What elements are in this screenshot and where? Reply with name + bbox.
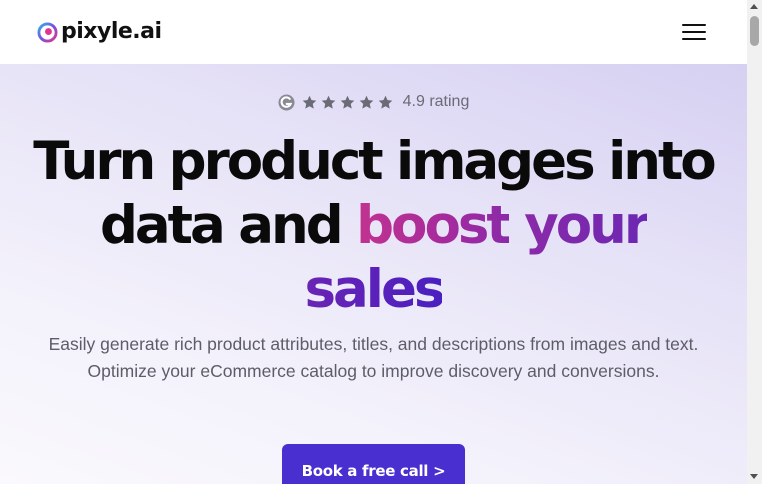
headline-accent-boost: boost (356, 195, 512, 256)
book-free-call-button[interactable]: Book a free call > (282, 444, 465, 484)
headline-space (509, 195, 524, 256)
menu-bar (682, 38, 706, 40)
star-icon (340, 95, 354, 109)
logo-link[interactable]: pixyle.ai (37, 17, 162, 47)
star-icon (378, 95, 392, 109)
logo-text: pixyle.ai (61, 19, 162, 44)
scroll-thumb[interactable] (750, 16, 759, 46)
vertical-scrollbar[interactable] (747, 0, 762, 484)
headline-line-1: Turn product images into (33, 131, 716, 192)
star-rating (301, 94, 396, 111)
site-header: pixyle.ai (0, 0, 747, 64)
rating-row: 4.9 rating (0, 91, 747, 113)
headline-plain-text: data and (99, 195, 357, 256)
rating-label: 4.9 rating (402, 93, 470, 110)
hero-description: Easily generate rich product attributes,… (48, 334, 699, 381)
menu-bar (682, 31, 706, 33)
cta-label: Book a free call (301, 462, 429, 480)
hero-headline: Turn product images into data and boost … (0, 130, 747, 322)
landing-page: pixyle.ai 4.9 rating Turn product images… (0, 0, 747, 484)
scroll-down-arrow-icon[interactable] (750, 474, 758, 479)
headline-accent-sales: sales (304, 259, 446, 320)
chevron-right-icon: > (433, 462, 446, 480)
star-icon (321, 95, 335, 109)
menu-bar (682, 24, 706, 26)
star-icon (359, 95, 373, 109)
hero-section: 4.9 rating Turn product images into data… (0, 64, 747, 484)
g2-icon (278, 93, 295, 111)
star-icon (302, 95, 316, 109)
headline-line-3: sales (0, 258, 747, 322)
scroll-up-arrow-icon[interactable] (750, 4, 758, 9)
hamburger-menu-button[interactable] (680, 21, 708, 43)
pixyle-logo-icon (37, 21, 58, 43)
browser-viewport: pixyle.ai 4.9 rating Turn product images… (0, 0, 762, 484)
headline-line-2: data and boost your (0, 194, 747, 258)
headline-accent-your: your (524, 195, 650, 256)
